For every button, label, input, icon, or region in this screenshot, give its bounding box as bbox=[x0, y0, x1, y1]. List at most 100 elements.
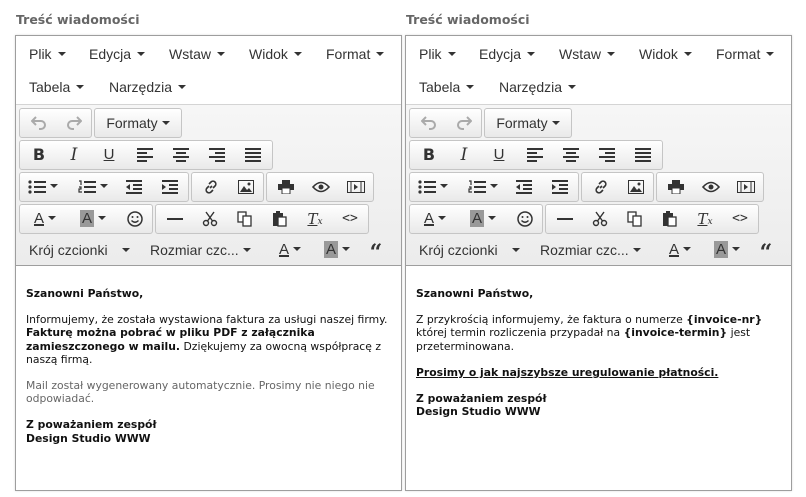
menu-file[interactable]: Plik bbox=[419, 39, 456, 69]
editor-content[interactable]: Szanowni Państwo, Informujemy, że został… bbox=[16, 267, 401, 490]
align-left-button[interactable] bbox=[518, 141, 552, 169]
blockquote-button[interactable]: “ bbox=[752, 236, 780, 266]
chevron-down-icon bbox=[607, 52, 615, 57]
undo-button[interactable] bbox=[23, 109, 55, 137]
menu-insert-label: Wstaw bbox=[559, 46, 601, 62]
link-button[interactable] bbox=[195, 173, 227, 201]
text-color-button[interactable]: A bbox=[23, 205, 67, 233]
menu-edit[interactable]: Edycja bbox=[479, 39, 536, 69]
chevron-down-icon bbox=[511, 248, 520, 253]
blockquote-button[interactable]: “ bbox=[362, 236, 390, 266]
chevron-down-icon bbox=[242, 248, 251, 253]
background-color-button[interactable]: A bbox=[71, 205, 115, 233]
quote-icon: “ bbox=[759, 240, 773, 266]
background-color-button-2[interactable]: A bbox=[706, 236, 748, 264]
underline-button[interactable]: U bbox=[483, 141, 515, 169]
menu-view[interactable]: Widok bbox=[639, 39, 692, 69]
edit-tools-group: Tx <> bbox=[545, 204, 759, 234]
media-button[interactable] bbox=[340, 173, 372, 201]
editor-content[interactable]: Szanowni Państwo, Z przykrością informuj… bbox=[406, 267, 791, 490]
italic-button[interactable]: I bbox=[448, 141, 480, 169]
clear-formatting-icon: T bbox=[307, 210, 318, 228]
print-button[interactable] bbox=[660, 173, 692, 201]
background-color-button[interactable]: A bbox=[461, 205, 505, 233]
numbered-list-button[interactable] bbox=[463, 173, 503, 201]
clear-formatting-button[interactable]: Tx bbox=[689, 205, 721, 233]
underline-button[interactable]: U bbox=[93, 141, 125, 169]
paste-button[interactable] bbox=[654, 205, 686, 233]
font-size-dropdown[interactable]: Rozmiar czc... bbox=[540, 236, 652, 264]
horizontal-rule-button[interactable] bbox=[549, 205, 581, 233]
background-color-button-2[interactable]: A bbox=[316, 236, 358, 264]
image-button[interactable] bbox=[620, 173, 652, 201]
align-justify-button[interactable] bbox=[626, 141, 660, 169]
menu-insert[interactable]: Wstaw bbox=[169, 39, 225, 69]
menu-insert[interactable]: Wstaw bbox=[559, 39, 615, 69]
numbered-list-button[interactable] bbox=[73, 173, 113, 201]
chevron-down-icon bbox=[438, 216, 446, 221]
link-image-group bbox=[581, 172, 654, 202]
smiley-icon bbox=[127, 211, 143, 227]
print-button[interactable] bbox=[270, 173, 302, 201]
bold-button[interactable]: B bbox=[23, 141, 55, 169]
font-family-dropdown[interactable]: Krój czcionki bbox=[419, 236, 529, 264]
formats-dropdown[interactable]: Formaty bbox=[94, 108, 182, 138]
preview-button[interactable] bbox=[305, 173, 337, 201]
redo-button[interactable] bbox=[58, 109, 90, 137]
preview-button[interactable] bbox=[695, 173, 727, 201]
link-icon bbox=[595, 180, 607, 194]
menu-table-label: Tabela bbox=[419, 79, 461, 95]
text-color-button[interactable]: A bbox=[413, 205, 457, 233]
chevron-down-icon bbox=[376, 52, 385, 57]
menu-edit-label: Edycja bbox=[479, 46, 522, 62]
font-family-dropdown[interactable]: Krój czcionki bbox=[29, 236, 139, 264]
menu-table[interactable]: Tabela bbox=[419, 72, 475, 102]
align-left-icon bbox=[527, 148, 543, 163]
redo-button[interactable] bbox=[448, 109, 480, 137]
indent-button[interactable] bbox=[154, 173, 186, 201]
align-left-button[interactable] bbox=[128, 141, 162, 169]
menu-tools[interactable]: Narzędzia bbox=[499, 72, 577, 102]
indent-button[interactable] bbox=[544, 173, 576, 201]
clear-formatting-button[interactable]: Tx bbox=[299, 205, 331, 233]
italic-button[interactable]: I bbox=[58, 141, 90, 169]
formats-dropdown[interactable]: Formaty bbox=[484, 108, 572, 138]
menu-table[interactable]: Tabela bbox=[29, 72, 85, 102]
copy-button[interactable] bbox=[619, 205, 651, 233]
menu-format[interactable]: Format bbox=[716, 39, 775, 69]
message-paragraph: Informujemy, że została wystawiona faktu… bbox=[26, 313, 391, 366]
font-size-label: Rozmiar czc... bbox=[540, 242, 629, 258]
cut-button[interactable] bbox=[584, 205, 616, 233]
font-size-dropdown[interactable]: Rozmiar czc... bbox=[150, 236, 262, 264]
align-left-icon bbox=[137, 148, 153, 163]
emoticons-button[interactable] bbox=[509, 205, 541, 233]
bullet-list-button[interactable] bbox=[413, 173, 453, 201]
source-code-button[interactable]: <> bbox=[724, 205, 756, 233]
menu-edit[interactable]: Edycja bbox=[89, 39, 146, 69]
image-button[interactable] bbox=[230, 173, 262, 201]
menu-tools[interactable]: Narzędzia bbox=[109, 72, 187, 102]
align-center-button[interactable] bbox=[554, 141, 588, 169]
menu-file[interactable]: Plik bbox=[29, 39, 66, 69]
outdent-button[interactable] bbox=[118, 173, 150, 201]
link-button[interactable] bbox=[585, 173, 617, 201]
undo-button[interactable] bbox=[413, 109, 445, 137]
text-color-button-2[interactable]: A bbox=[269, 236, 311, 264]
menu-view[interactable]: Widok bbox=[249, 39, 302, 69]
emoticons-button[interactable] bbox=[119, 205, 151, 233]
align-justify-button[interactable] bbox=[236, 141, 270, 169]
menu-format[interactable]: Format bbox=[326, 39, 385, 69]
bold-button[interactable]: B bbox=[413, 141, 445, 169]
source-code-button[interactable]: <> bbox=[334, 205, 366, 233]
horizontal-rule-button[interactable] bbox=[159, 205, 191, 233]
cut-button[interactable] bbox=[194, 205, 226, 233]
media-button[interactable] bbox=[730, 173, 762, 201]
outdent-button[interactable] bbox=[508, 173, 540, 201]
text-color-button-2[interactable]: A bbox=[659, 236, 701, 264]
align-right-button[interactable] bbox=[590, 141, 624, 169]
paste-button[interactable] bbox=[264, 205, 296, 233]
bullet-list-button[interactable] bbox=[23, 173, 63, 201]
copy-button[interactable] bbox=[229, 205, 261, 233]
align-center-button[interactable] bbox=[164, 141, 198, 169]
align-right-button[interactable] bbox=[200, 141, 234, 169]
